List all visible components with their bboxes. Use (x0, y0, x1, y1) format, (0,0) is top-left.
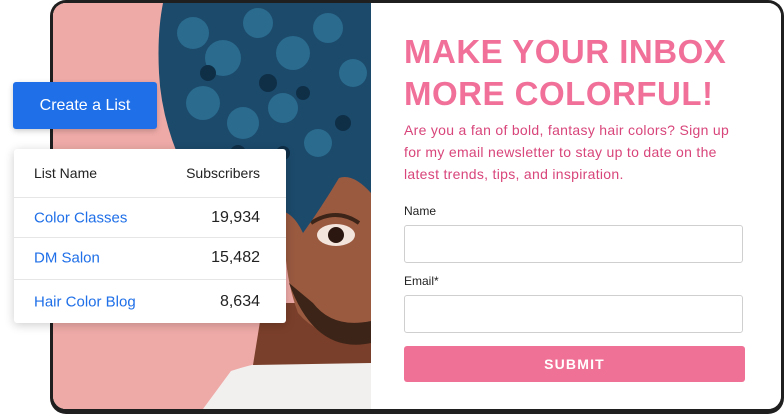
name-field[interactable] (404, 225, 743, 263)
create-list-button[interactable]: Create a List (13, 82, 157, 129)
subscriber-count: 19,934 (211, 209, 260, 226)
table-header-row: List Name Subscribers (14, 153, 286, 193)
subscriber-count: 8,634 (219, 293, 260, 310)
column-header-list-name: List Name (34, 165, 98, 181)
form-headline: MAKE YOUR INBOX MORE COLORFUL! (404, 31, 764, 115)
column-header-subscribers: Subscribers (186, 165, 260, 181)
signup-form: MAKE YOUR INBOX MORE COLORFUL! Are you a… (371, 3, 781, 409)
list-name-link[interactable]: Hair Color Blog (34, 294, 136, 311)
subscriber-count: 15,482 (211, 249, 260, 266)
email-label: Email* (404, 274, 439, 288)
name-label: Name (404, 204, 437, 218)
submit-button[interactable]: SUBMIT (404, 346, 745, 382)
form-intro-text: Are you a fan of bold, fantasy hair colo… (404, 122, 730, 182)
table-row: Color Classes 19,934 (14, 197, 286, 238)
list-table: List Name Subscribers Color Classes 19,9… (14, 149, 286, 323)
email-field[interactable] (404, 295, 743, 333)
list-name-link[interactable]: DM Salon (34, 250, 100, 267)
headline-line-1: MAKE YOUR INBOX (404, 33, 727, 70)
headline-line-2: MORE COLORFUL! (404, 75, 714, 112)
table-row: DM Salon 15,482 (14, 237, 286, 278)
list-name-link[interactable]: Color Classes (34, 210, 127, 227)
page: MAKE YOUR INBOX MORE COLORFUL! Are you a… (0, 0, 784, 417)
table-row: Hair Color Blog 8,634 (14, 279, 286, 324)
